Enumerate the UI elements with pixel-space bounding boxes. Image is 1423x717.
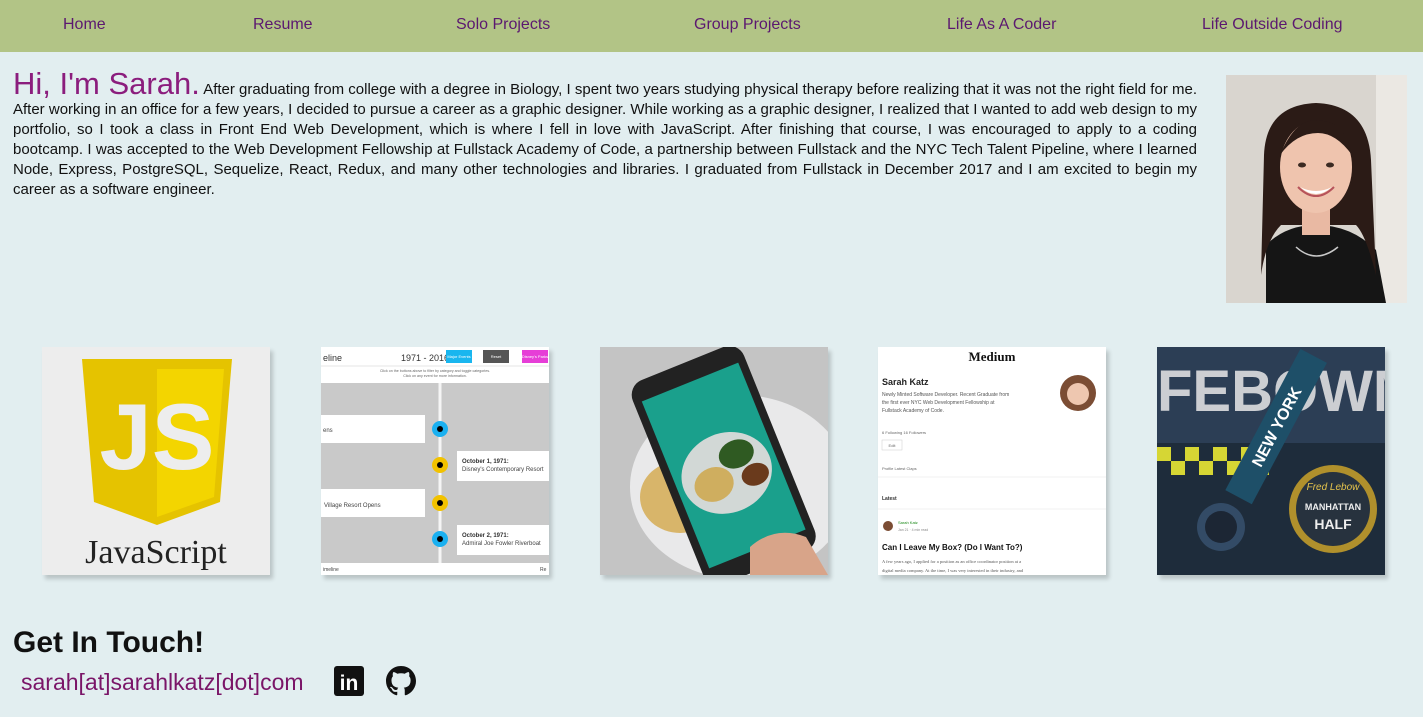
top-nav: Home Resume Solo Projects Group Projects… (0, 0, 1423, 52)
linkedin-icon-text: in (340, 672, 359, 695)
github-icon (386, 666, 416, 696)
timeline-instructions-1: Click on the buttons above to filter by … (380, 369, 490, 373)
timeline-header-range: 1971 - 2016 (401, 353, 449, 363)
medium-blog-tile[interactable]: Medium Sarah Katz Newly Minted Software … (878, 347, 1106, 575)
profile-photo (1226, 75, 1407, 303)
timeline-project-tile[interactable]: eline 1971 - 2016 Major Events Reset Dis… (321, 347, 549, 575)
running-medal-tile[interactable]: FEBOWM NEW YORK Fred Lebow MANHATTAN HAL… (1157, 347, 1385, 575)
timeline-footer-right: Re (540, 567, 547, 573)
get-in-touch-heading: Get In Touch! (13, 626, 205, 659)
timeline-card-right-1-text: Disney's Contemporary Resort (462, 467, 544, 473)
medium-section: Latest (882, 496, 897, 502)
nav-life-outside-coding-link[interactable]: Life Outside Coding (1202, 16, 1343, 34)
timeline-card-left-1: ens (323, 428, 333, 434)
medal-bottom-text: HALF (1314, 516, 1352, 532)
nav-group-projects-link[interactable]: Group Projects (694, 16, 801, 34)
medal-mid-text: MANHATTAN (1305, 502, 1361, 512)
medium-bio-2: the first ever NYC Web Development Fello… (882, 400, 995, 406)
timeline-btn-blue: Major Events (447, 354, 470, 359)
medal-photo: FEBOWM NEW YORK Fred Lebow MANHATTAN HAL… (1157, 347, 1385, 575)
linkedin-link[interactable]: in (334, 666, 364, 696)
food-app-tile[interactable] (600, 347, 828, 575)
medium-bio-3: Fullstack Academy of Code. (882, 408, 944, 414)
medium-stats: 6 Following 16 Followers (882, 430, 926, 435)
medal-top-text: Fred Lebow (1307, 482, 1361, 493)
linkedin-icon: in (334, 666, 364, 696)
timeline-card-right-2-date: October 2, 1971: (462, 533, 509, 539)
nav-solo-projects-link[interactable]: Solo Projects (456, 16, 550, 34)
timeline-card-right-2-text: Admiral Joe Fowler Riverboat (462, 541, 541, 547)
email-link[interactable]: sarah[at]sarahlkatz[dot]com (21, 669, 304, 696)
phone-food-photo (600, 347, 828, 575)
profile-photo-illustration (1226, 75, 1407, 303)
medium-tabs: Profile Latest Claps (882, 466, 917, 471)
github-link[interactable] (386, 666, 416, 696)
timeline-card-right-1-date: October 1, 1971: (462, 459, 509, 465)
medium-author: Sarah Katz (898, 520, 918, 525)
javascript-caption: JavaScript (85, 534, 227, 571)
medium-post-title: Can I Leave My Box? (Do I Want To?) (882, 543, 1023, 552)
intro-section: Hi, I'm Sarah. After graduating from col… (13, 68, 1197, 200)
timeline-header-left: eline (323, 353, 342, 363)
medium-meta: Jan 21 · 4 min read (898, 528, 928, 532)
medium-bio-1: Newly Minted Software Developer. Recent … (882, 392, 1009, 398)
timeline-btn-grey: Reset (491, 354, 502, 359)
timeline-card-left-2: Village Resort Opens (324, 503, 381, 509)
medium-profile-screenshot: Medium Sarah Katz Newly Minted Software … (878, 347, 1106, 575)
timeline-btn-pink: Disney's Parks (522, 354, 548, 359)
nav-home-link[interactable]: Home (63, 16, 106, 34)
nav-resume-link[interactable]: Resume (253, 16, 313, 34)
medium-edit: Edit (889, 443, 897, 448)
timeline-screenshot: eline 1971 - 2016 Major Events Reset Dis… (321, 347, 549, 575)
medium-name: Sarah Katz (882, 377, 929, 387)
nav-life-as-a-coder-link[interactable]: Life As A Coder (947, 16, 1056, 34)
javascript-tile[interactable]: JS JavaScript (42, 347, 270, 575)
js-logo-text: JS (100, 384, 215, 489)
medium-brand: Medium (969, 349, 1016, 364)
greeting-heading: Hi, I'm Sarah. (13, 66, 200, 101)
javascript-shield-icon: JS JavaScript (42, 347, 270, 575)
timeline-footer-left: imeline (323, 567, 339, 573)
timeline-instructions-2: Click on any event for more information. (403, 374, 467, 378)
